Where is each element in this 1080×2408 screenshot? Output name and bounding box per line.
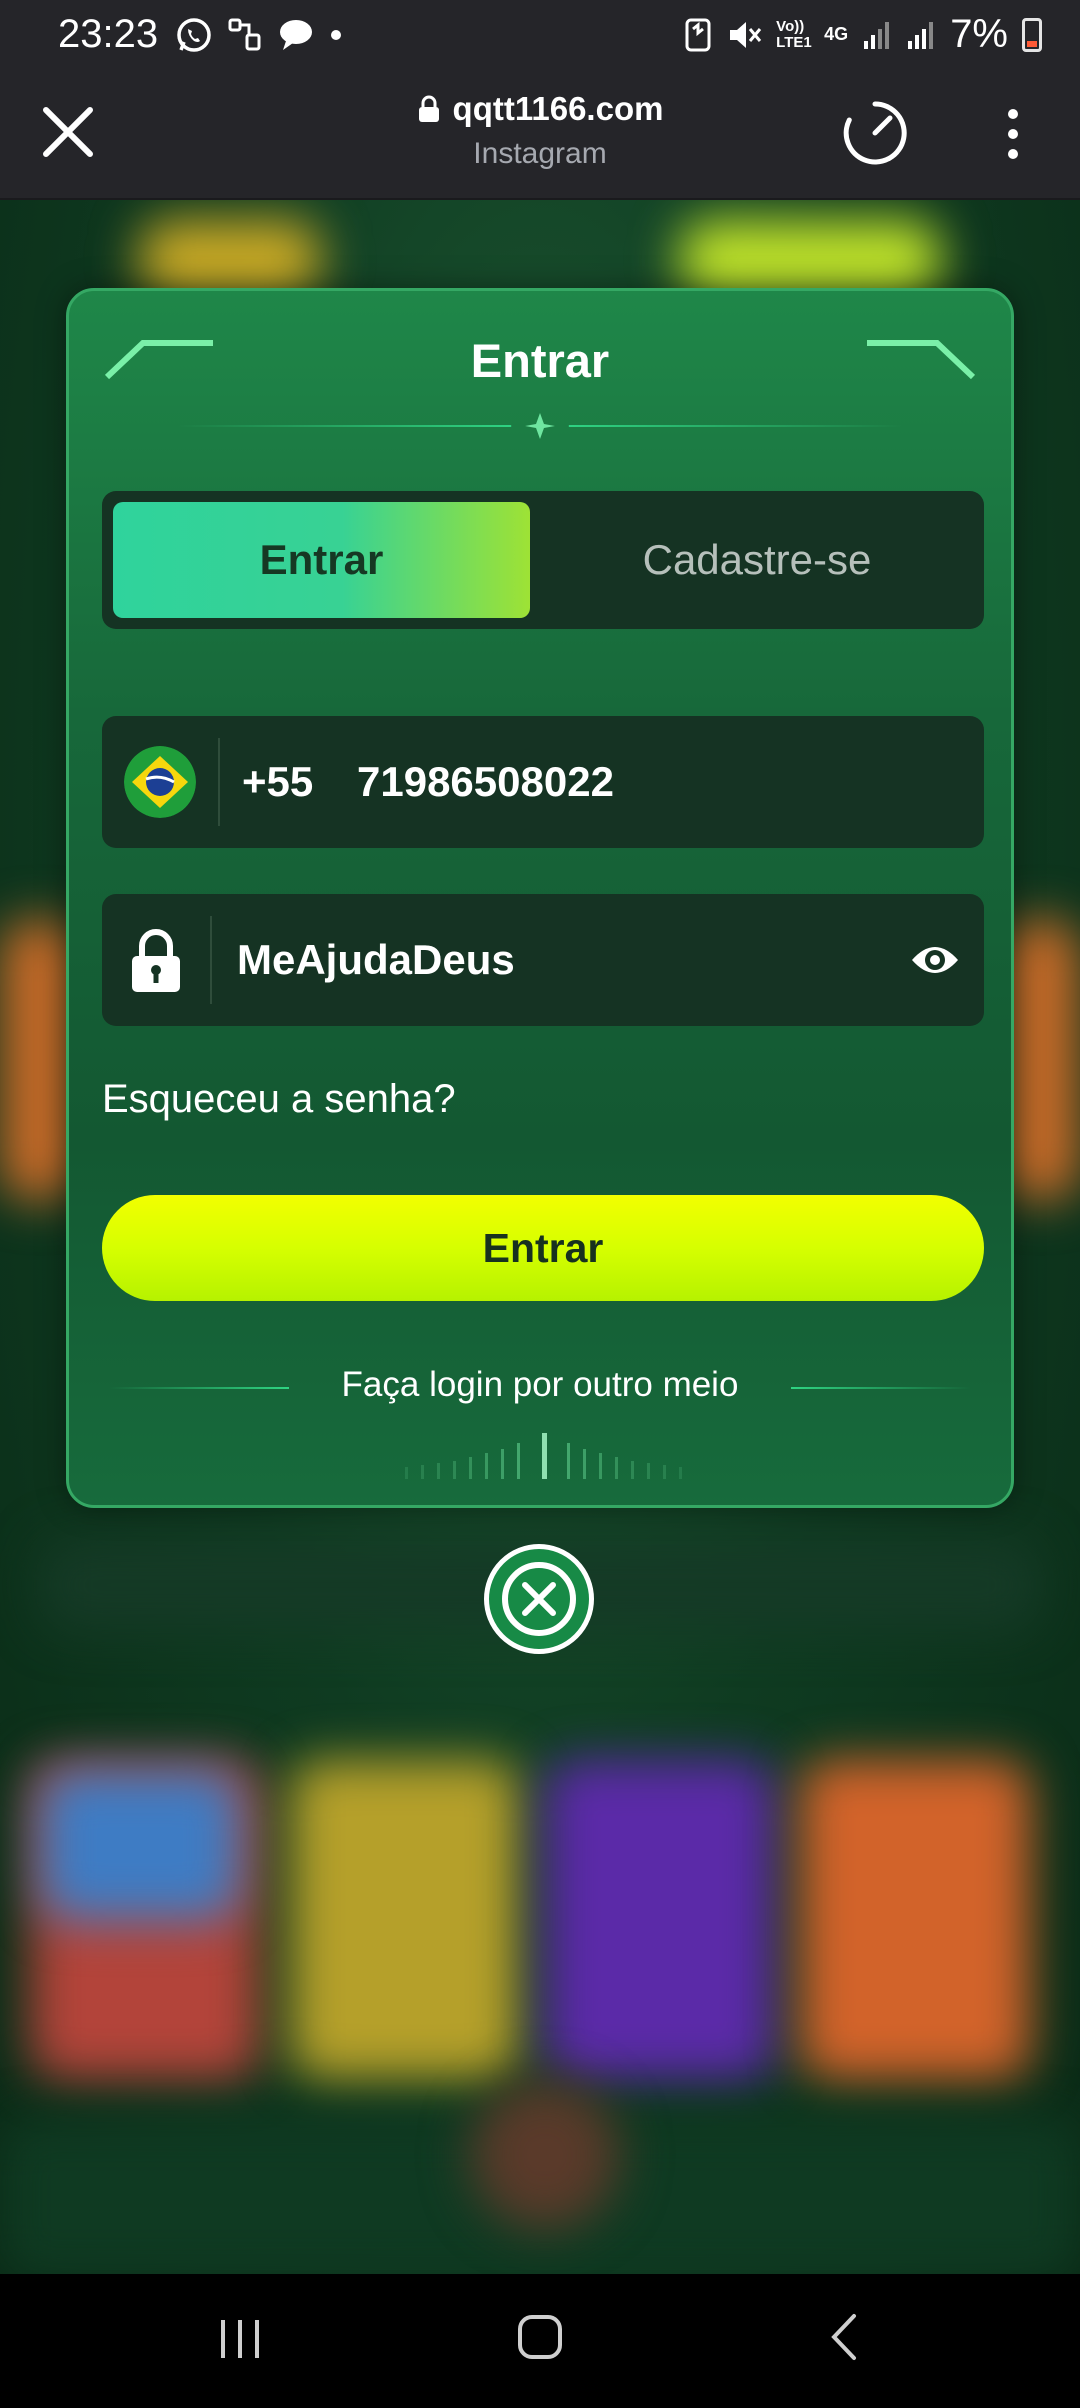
url-text: qqtt1166.com (452, 90, 664, 127)
bg-game-card-1-top (40, 1770, 240, 1920)
lock-icon (418, 95, 439, 122)
auth-tabs: Entrar Cadastre-se (102, 491, 984, 629)
chat-icon (280, 20, 312, 50)
4g-label: 4G (824, 24, 849, 44)
close-icon (502, 1562, 576, 1636)
tab-login[interactable]: Entrar (113, 502, 530, 618)
more-vert-icon[interactable] (998, 104, 1028, 164)
volte-label: Vo)) LTE1 (776, 17, 812, 51)
country-code[interactable]: +55 (242, 716, 313, 848)
other-login-row: Faça login por outro meio (69, 1363, 1011, 1413)
signal-icon (864, 21, 890, 49)
speed-icon[interactable] (840, 98, 910, 168)
status-left-icons (175, 16, 343, 54)
dot-icon (331, 30, 341, 40)
other-login-line-right (791, 1387, 971, 1389)
browser-bar: qqtt1166.com Instagram (0, 72, 1080, 200)
url-area[interactable]: qqtt1166.com Instagram (0, 90, 1080, 171)
eye-icon[interactable] (910, 938, 960, 982)
field-divider (210, 916, 212, 1004)
scroll-indicator (405, 1433, 682, 1479)
bg-bottom-center (470, 2080, 620, 2230)
login-modal: Entrar Entrar Cadastre-se +55 7198650802… (66, 288, 1014, 1508)
status-bar: 23:23 Vo)) LTE1 4G 7% (0, 0, 1080, 72)
bg-game-card-2 (290, 1760, 520, 2080)
phone-field[interactable]: +55 (102, 716, 984, 848)
password-field[interactable] (102, 894, 984, 1026)
modal-close-button[interactable] (484, 1544, 594, 1654)
signal-icon (908, 21, 934, 49)
bg-game-card-4 (800, 1760, 1030, 2080)
title-divider (178, 413, 902, 439)
field-divider (218, 738, 220, 826)
forgot-password-link[interactable]: Esqueceu a senha? (102, 1077, 456, 1122)
brazil-flag-icon[interactable] (124, 746, 196, 818)
other-login-label: Faça login por outro meio (341, 1365, 739, 1404)
url-line: qqtt1166.com (417, 90, 664, 128)
screen: 23:23 Vo)) LTE1 4G 7% qqtt1166.com Insta… (0, 0, 1080, 2408)
bg-game-card-3 (545, 1760, 775, 2080)
tab-register[interactable]: Cadastre-se (542, 502, 972, 618)
whatsapp-icon (177, 18, 211, 52)
recent-apps-icon[interactable] (215, 2314, 265, 2364)
back-icon[interactable] (820, 2312, 870, 2362)
home-icon[interactable] (515, 2312, 565, 2362)
network-labels: Vo)) LTE1 4G (776, 17, 849, 51)
battery-percent: 7% (950, 12, 1008, 56)
password-input[interactable] (237, 894, 877, 1026)
status-time: 23:23 (58, 12, 159, 56)
phone-input[interactable] (357, 716, 917, 848)
modal-title: Entrar (470, 334, 610, 387)
lock-icon (132, 929, 180, 992)
battery-icon (1022, 17, 1042, 52)
nfc-icon (685, 18, 711, 51)
mute-icon (730, 21, 762, 48)
login-button[interactable]: Entrar (102, 1195, 984, 1301)
system-nav-bar (0, 2274, 1080, 2408)
link-icon (228, 18, 261, 51)
status-right: Vo)) LTE1 4G 7% (684, 12, 1042, 57)
url-subtitle: Instagram (473, 137, 607, 170)
